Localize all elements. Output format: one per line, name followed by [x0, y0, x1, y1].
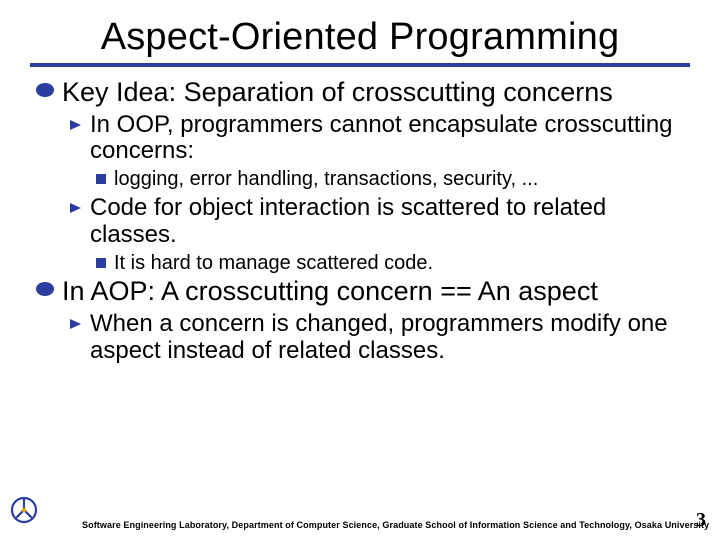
bullet-text: logging, error handling, transactions, s… [114, 168, 538, 190]
bullet-text: It is hard to manage scattered code. [114, 252, 433, 274]
bullet-text: Key Idea: Separation of crosscutting con… [62, 77, 613, 107]
slide-content: Key Idea: Separation of crosscutting con… [30, 77, 690, 364]
bullet-level1: In AOP: A crosscutting concern == An asp… [36, 276, 690, 307]
oval-bullet-icon [36, 282, 54, 296]
bullet-level2: When a concern is changed, programmers m… [36, 311, 690, 365]
slide-footer: Software Engineering Laboratory, Departm… [0, 506, 720, 534]
oval-bullet-icon [36, 83, 54, 97]
bullet-text: In OOP, programmers cannot encapsulate c… [90, 111, 673, 165]
bullet-level3: It is hard to manage scattered code. [36, 252, 690, 275]
bullet-text: In AOP: A crosscutting concern == An asp… [62, 276, 598, 306]
triangle-bullet-icon [70, 319, 81, 329]
bullet-text: Code for object interaction is scattered… [90, 194, 606, 248]
bullet-level1: Key Idea: Separation of crosscutting con… [36, 77, 690, 108]
bullet-level3: logging, error handling, transactions, s… [36, 168, 690, 191]
title-underline [30, 63, 690, 67]
slide-title: Aspect-Oriented Programming [30, 10, 690, 63]
triangle-bullet-icon [70, 203, 81, 213]
footer-affiliation: Software Engineering Laboratory, Departm… [82, 520, 709, 530]
square-bullet-icon [96, 258, 106, 268]
bullet-text: When a concern is changed, programmers m… [90, 310, 668, 364]
bullet-level2: Code for object interaction is scattered… [36, 195, 690, 249]
university-logo-icon [10, 496, 38, 524]
triangle-bullet-icon [70, 120, 81, 130]
square-bullet-icon [96, 174, 106, 184]
bullet-level2: In OOP, programmers cannot encapsulate c… [36, 112, 690, 166]
page-number: 3 [696, 509, 706, 532]
slide: Aspect-Oriented Programming Key Idea: Se… [0, 0, 720, 540]
